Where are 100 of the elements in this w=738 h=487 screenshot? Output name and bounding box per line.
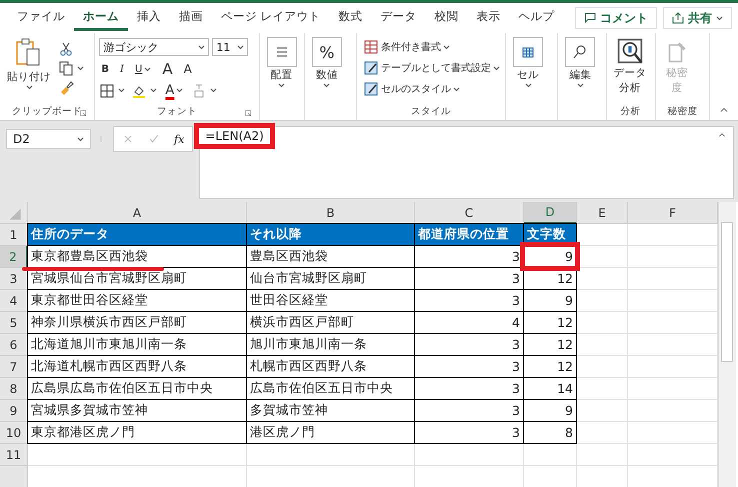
row-header[interactable]: 6: [0, 334, 28, 356]
copy-icon[interactable]: [58, 60, 74, 76]
empty-cell: [577, 290, 628, 312]
ribbon-tab[interactable]: データ: [372, 5, 426, 31]
name-box[interactable]: D2: [6, 129, 91, 149]
cells-button[interactable]: セル: [510, 35, 546, 90]
column-header[interactable]: E: [577, 202, 628, 224]
vertical-scrollbar[interactable]: [718, 202, 736, 487]
caret-icon: [118, 88, 126, 93]
group-label: スタイル: [411, 106, 452, 117]
ribbon-tab[interactable]: 描画: [170, 5, 212, 31]
formula-text: =LEN(A2): [194, 123, 275, 149]
header-cell: 住所のデータ: [27, 223, 247, 246]
conditional-format-icon[interactable]: [363, 39, 380, 55]
row-header[interactable]: 2: [0, 246, 28, 268]
empty-cell: [577, 246, 628, 268]
comment-button[interactable]: コメント: [575, 7, 657, 29]
ribbon-tab[interactable]: 表示: [468, 5, 510, 31]
caret-icon: [198, 44, 206, 50]
group-label: クリップボード: [12, 106, 82, 117]
underline-button[interactable]: U: [132, 62, 154, 76]
empty-cell: [577, 444, 628, 466]
column-header[interactable]: A: [28, 202, 247, 224]
ribbon-tab[interactable]: 数式: [330, 5, 372, 31]
empty-cell: [524, 444, 577, 466]
borders-icon[interactable]: [99, 82, 116, 98]
group-label: 秘密度: [667, 106, 698, 117]
table-cell: 8: [523, 421, 577, 444]
caret-icon: [524, 83, 532, 88]
ribbon-tab[interactable]: ファイル: [8, 5, 74, 31]
group-label: 分析: [620, 106, 641, 117]
analysis-icon[interactable]: [617, 38, 644, 64]
column-header[interactable]: B: [247, 202, 415, 224]
editing-button[interactable]: 編集: [562, 35, 598, 90]
empty-cell: [577, 334, 628, 356]
share-icon: [672, 12, 684, 24]
caret-icon: [176, 88, 184, 93]
row-header[interactable]: 8: [0, 378, 28, 400]
table-cell: 9: [523, 245, 577, 268]
italic-button[interactable]: I: [118, 62, 126, 76]
row-header[interactable]: 5: [0, 312, 28, 334]
alignment-button[interactable]: 配置: [264, 35, 300, 90]
search-icon[interactable]: [572, 44, 588, 60]
launcher-icon[interactable]: [79, 109, 88, 118]
data-analysis-button[interactable]: データ 分析: [610, 35, 650, 97]
empty-cell: [577, 268, 628, 290]
font-name-field[interactable]: 游ゴシック: [99, 38, 210, 56]
caret-icon: [716, 16, 723, 20]
group-label: フォント: [156, 106, 197, 117]
style-menu-button[interactable]: テーブルとして書式設定: [361, 59, 502, 77]
caret-icon: [323, 83, 330, 88]
ribbon-tab[interactable]: 挿入: [128, 5, 170, 31]
caret-icon: [443, 44, 450, 50]
launcher-icon[interactable]: [244, 109, 253, 118]
caret-icon: [150, 88, 158, 93]
font-size-field[interactable]: 11: [212, 38, 248, 56]
caret-icon: [210, 88, 218, 93]
table-cell: 東京都港区虎ノ門: [27, 421, 247, 444]
insert-function-button[interactable]: fx: [174, 132, 184, 146]
caret-icon: [77, 66, 84, 70]
shrink-font-button[interactable]: A: [182, 61, 194, 77]
paste-button[interactable]: 貼り付け: [4, 35, 54, 92]
caret-icon: [493, 66, 500, 70]
caret-icon: [26, 85, 32, 90]
empty-cell: [577, 378, 628, 400]
caret-icon: [144, 66, 152, 72]
ribbon-tab[interactable]: ページ レイアウト: [212, 5, 330, 31]
bold-button[interactable]: B: [99, 62, 112, 76]
row-header[interactable]: 3: [0, 268, 28, 290]
caret-icon: [576, 83, 584, 88]
header-cell: 都道府県の位置: [414, 223, 524, 246]
row-header[interactable]: 10: [0, 422, 28, 444]
caret-icon: [278, 83, 286, 88]
column-header[interactable]: C: [415, 202, 524, 224]
empty-cell: [577, 356, 628, 378]
font-color-button[interactable]: A: [163, 82, 186, 99]
ribbon-tab[interactable]: ヘルプ: [510, 5, 564, 31]
empty-cell: [577, 422, 628, 444]
row-header[interactable]: 1: [0, 224, 28, 246]
column-header[interactable]: D: [524, 202, 577, 224]
caret-icon: [237, 44, 244, 50]
ribbon-tab[interactable]: 校閲: [426, 5, 468, 31]
grow-font-button[interactable]: A: [160, 59, 175, 79]
share-button[interactable]: 共有: [663, 7, 732, 29]
cell-style-icon[interactable]: [363, 81, 380, 97]
cut-icon[interactable]: [58, 41, 74, 57]
number-format-button[interactable]: % 数値: [308, 35, 345, 90]
comment-icon: [584, 12, 596, 24]
row-header[interactable]: 7: [0, 356, 28, 378]
header-cell: それ以降: [246, 223, 415, 246]
caret-icon: [453, 86, 460, 92]
style-menu-button[interactable]: 条件付き書式: [361, 38, 452, 56]
empty-cell: [577, 312, 628, 334]
empty-cell: [577, 400, 628, 422]
row-header[interactable]: 4: [0, 290, 28, 312]
style-menu-button[interactable]: セルのスタイル: [361, 80, 462, 98]
row-header[interactable]: 9: [0, 400, 28, 422]
table-format-icon[interactable]: [363, 60, 380, 76]
column-header[interactable]: F: [628, 202, 718, 224]
row-header[interactable]: 11: [0, 444, 28, 466]
